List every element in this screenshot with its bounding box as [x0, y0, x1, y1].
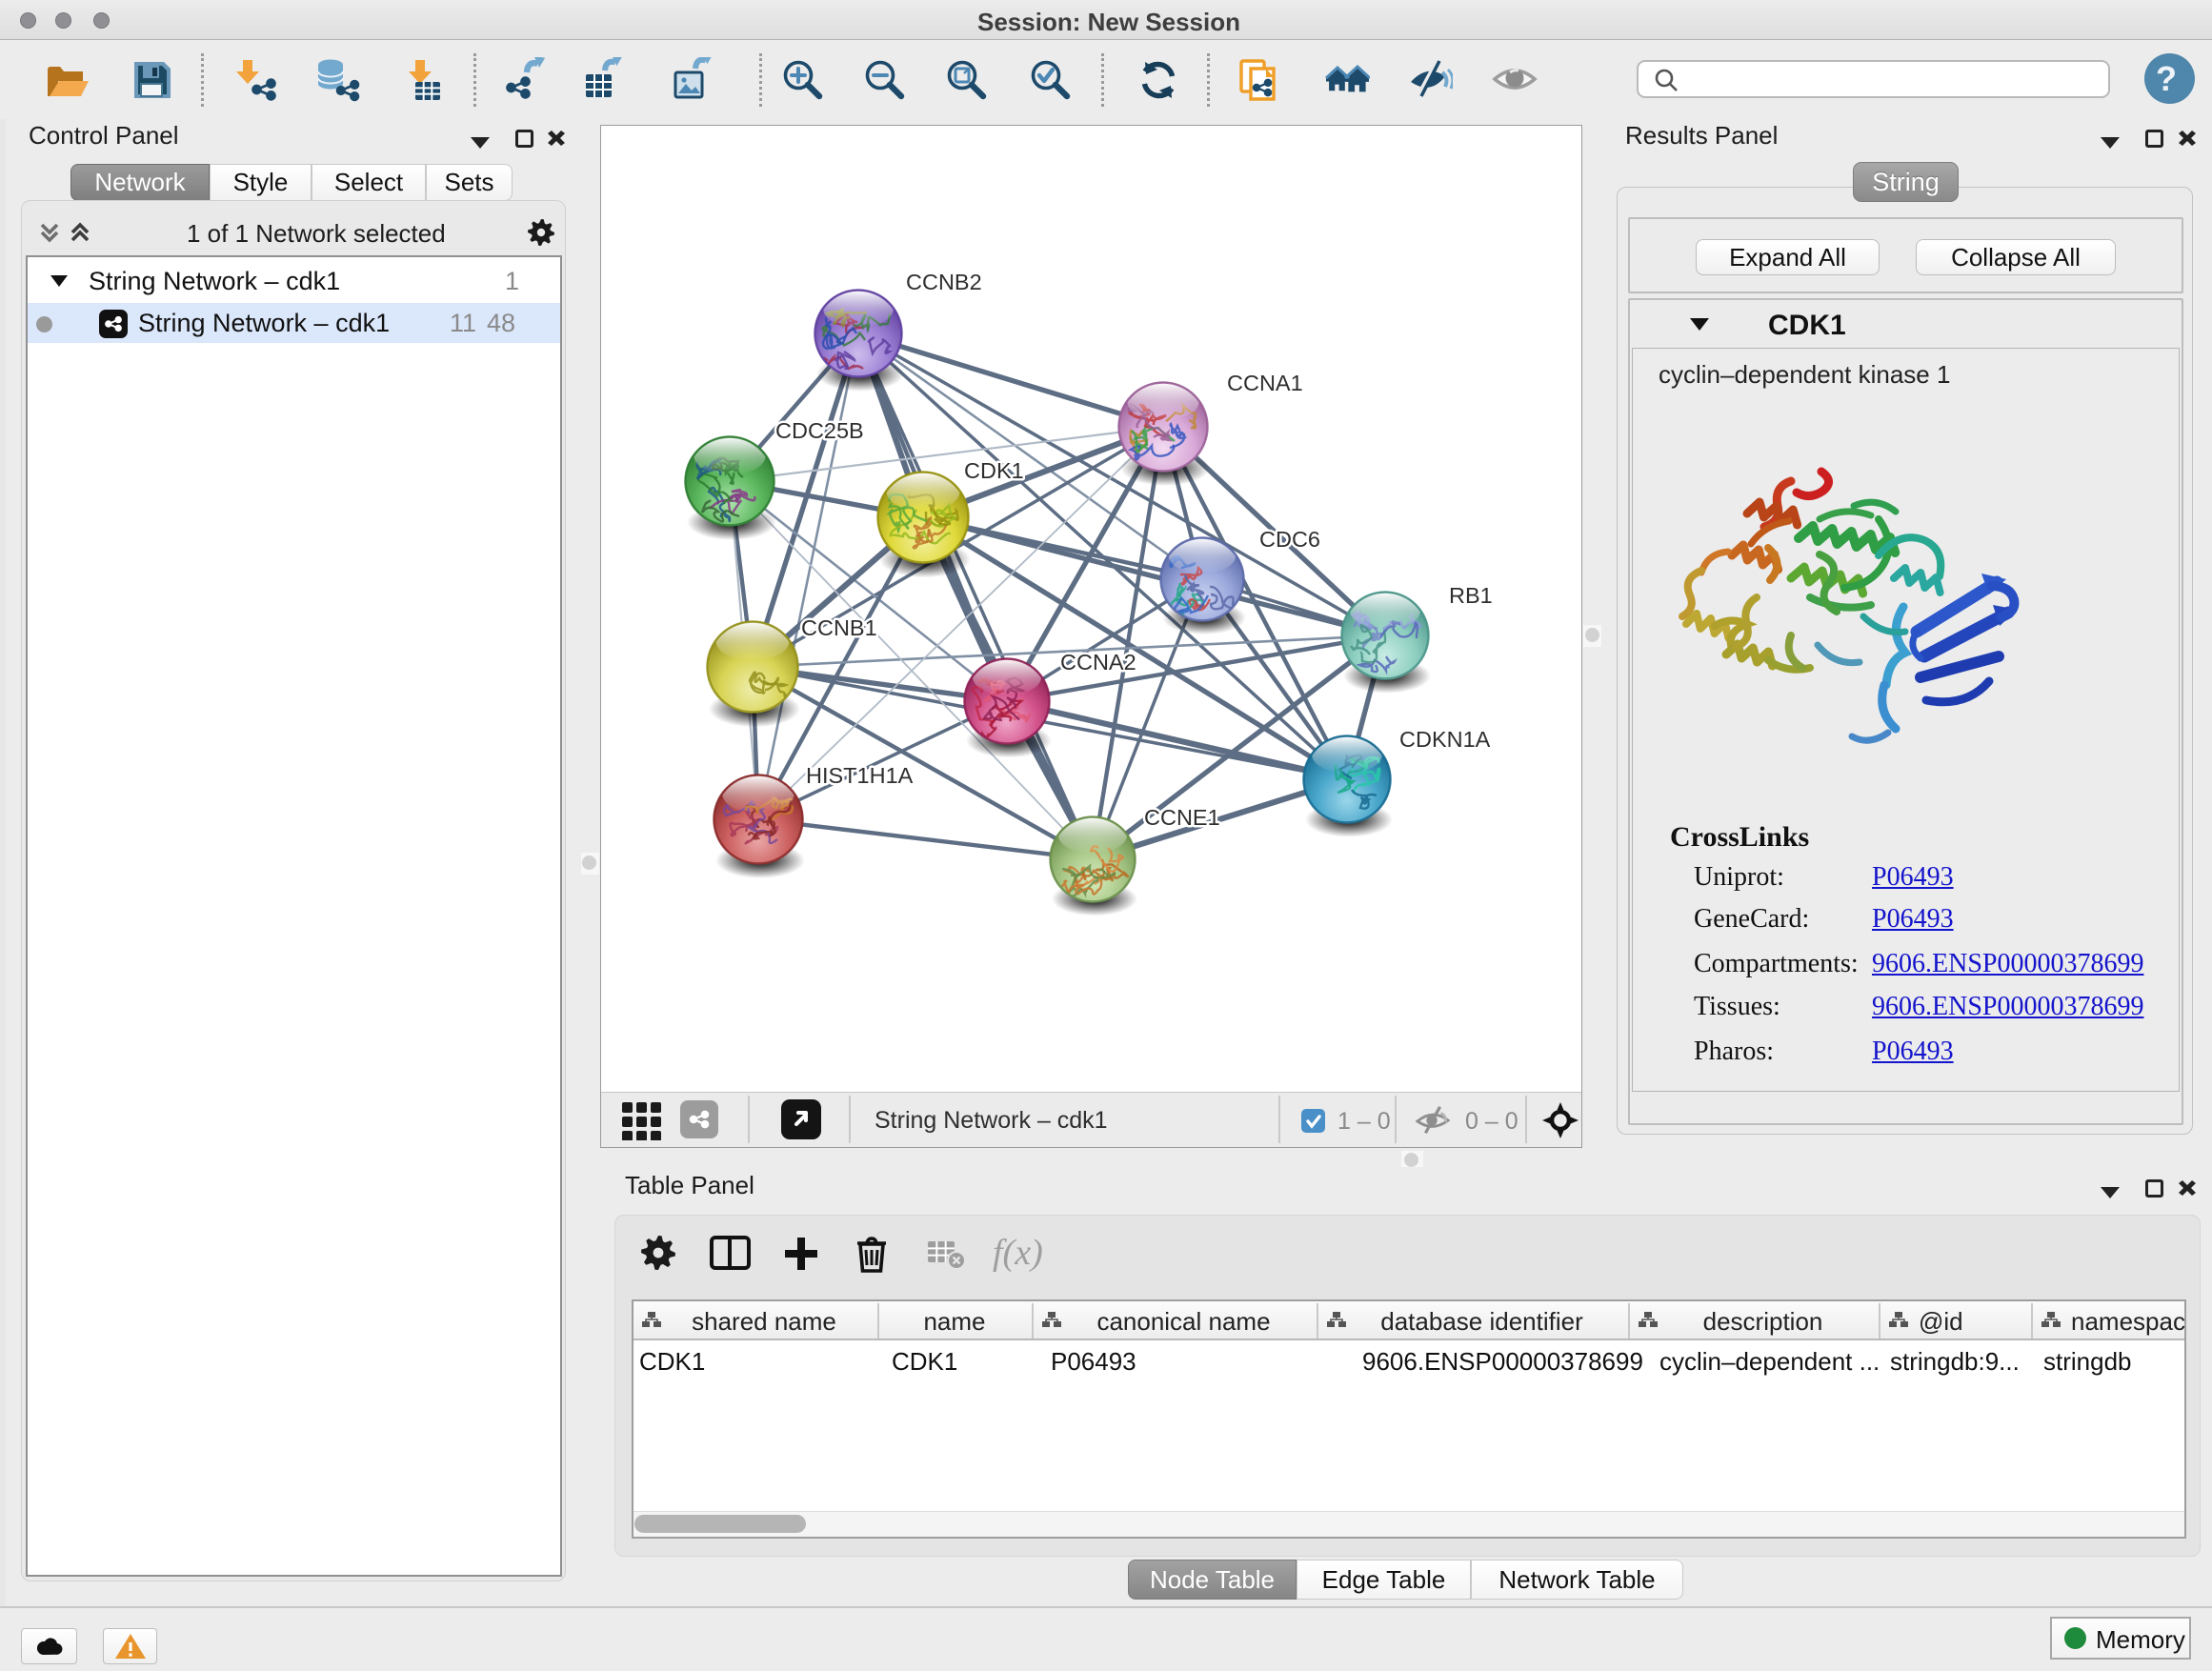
svg-text:CCNA1: CCNA1 — [1227, 371, 1303, 395]
svg-text:CDC6: CDC6 — [1259, 527, 1320, 552]
svg-text:CCNB1: CCNB1 — [801, 615, 877, 640]
svg-text:CCNE1: CCNE1 — [1144, 805, 1220, 830]
svg-text:RB1: RB1 — [1449, 583, 1493, 608]
svg-text:CCNB2: CCNB2 — [906, 270, 982, 294]
svg-text:CCNA2: CCNA2 — [1060, 650, 1136, 674]
svg-text:HIST1H1A: HIST1H1A — [806, 763, 914, 788]
svg-text:CDK1: CDK1 — [964, 458, 1024, 483]
svg-text:CDC25B: CDC25B — [775, 418, 864, 443]
svg-text:CDKN1A: CDKN1A — [1399, 727, 1491, 752]
